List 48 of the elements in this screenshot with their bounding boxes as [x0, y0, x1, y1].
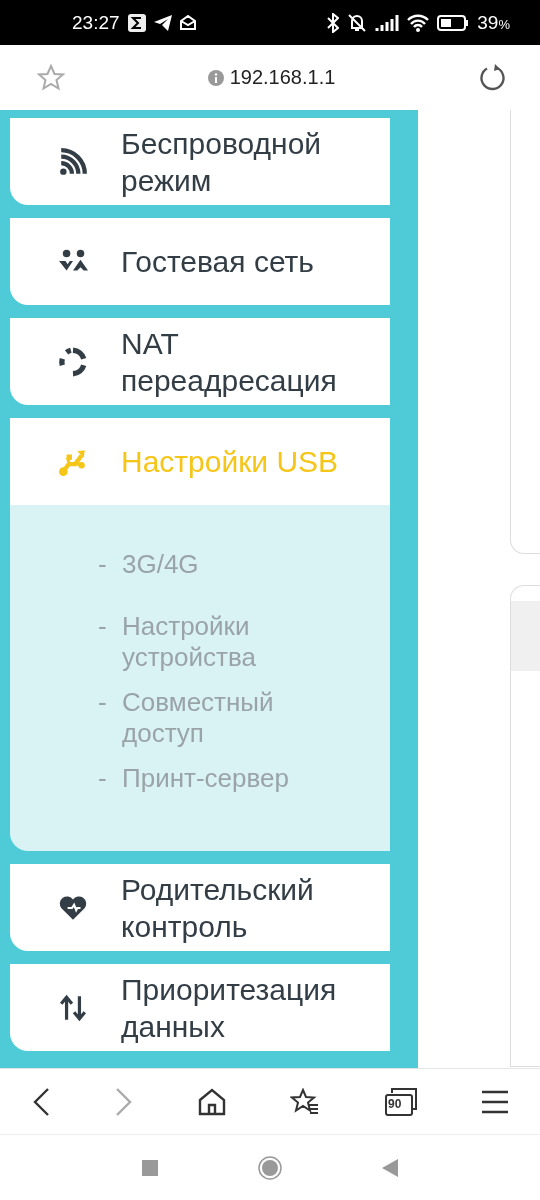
back-triangle-icon[interactable]	[382, 1158, 398, 1177]
back-icon	[32, 1086, 51, 1117]
dash-marker: -	[98, 549, 108, 581]
sigma-app-icon	[127, 13, 146, 32]
updown-icon	[58, 992, 88, 1023]
menu-icon	[481, 1089, 508, 1114]
forward-button[interactable]	[115, 1086, 133, 1117]
menu-button[interactable]	[481, 1089, 508, 1114]
star-list-icon	[290, 1087, 321, 1116]
wifi-icon	[407, 13, 430, 32]
menu-label: Настройки USB	[121, 444, 340, 480]
bluetooth-icon	[327, 12, 340, 33]
menu-label: Гостевая сеть	[121, 244, 315, 280]
menu-label: Родительский контроль	[121, 871, 315, 945]
cycle-icon	[58, 346, 88, 377]
clock: 23:27	[72, 11, 120, 34]
paper-plane-icon	[153, 14, 172, 31]
home-icon	[197, 1087, 226, 1116]
url-text[interactable]: 192.168.1.1	[229, 66, 336, 89]
forward-icon	[115, 1086, 133, 1117]
dash-marker: -	[98, 763, 108, 795]
menu-item[interactable]: Родительский контроль	[10, 864, 390, 951]
home-circle-icon[interactable]	[258, 1155, 282, 1180]
dash-marker: -	[98, 611, 108, 643]
bookmark-star-icon[interactable]	[37, 64, 65, 91]
muted-bell-icon	[347, 12, 368, 33]
reload-icon[interactable]	[478, 63, 506, 92]
battery-level: 39%	[477, 11, 510, 34]
menu-item[interactable]: NAT переадресация	[10, 318, 390, 405]
signal-icon	[375, 13, 400, 32]
menu-item[interactable]: Гостевая сеть	[10, 218, 390, 305]
tabs-button[interactable]: 90	[384, 1087, 417, 1116]
info-icon[interactable]	[207, 69, 224, 86]
tabs-icon	[384, 1087, 417, 1116]
recents-icon[interactable]	[142, 1159, 158, 1176]
wifi-icon	[58, 146, 88, 177]
menu-item[interactable]: Беспроводной режим	[10, 118, 390, 205]
menu-label: NAT переадресация	[121, 325, 338, 399]
back-button[interactable]	[32, 1086, 51, 1117]
menu-label: Беспроводной режим	[121, 125, 323, 199]
home-button[interactable]	[197, 1087, 226, 1116]
battery-icon	[437, 14, 470, 31]
envelope-icon	[179, 15, 196, 30]
bookmarks-button[interactable]	[290, 1087, 321, 1116]
menu-item[interactable]: Приоритезация данных	[10, 964, 390, 1051]
tab-count: 90	[387, 1096, 402, 1111]
dash-marker: -	[98, 687, 108, 719]
menu-label: Приоритезация данных	[121, 971, 338, 1045]
